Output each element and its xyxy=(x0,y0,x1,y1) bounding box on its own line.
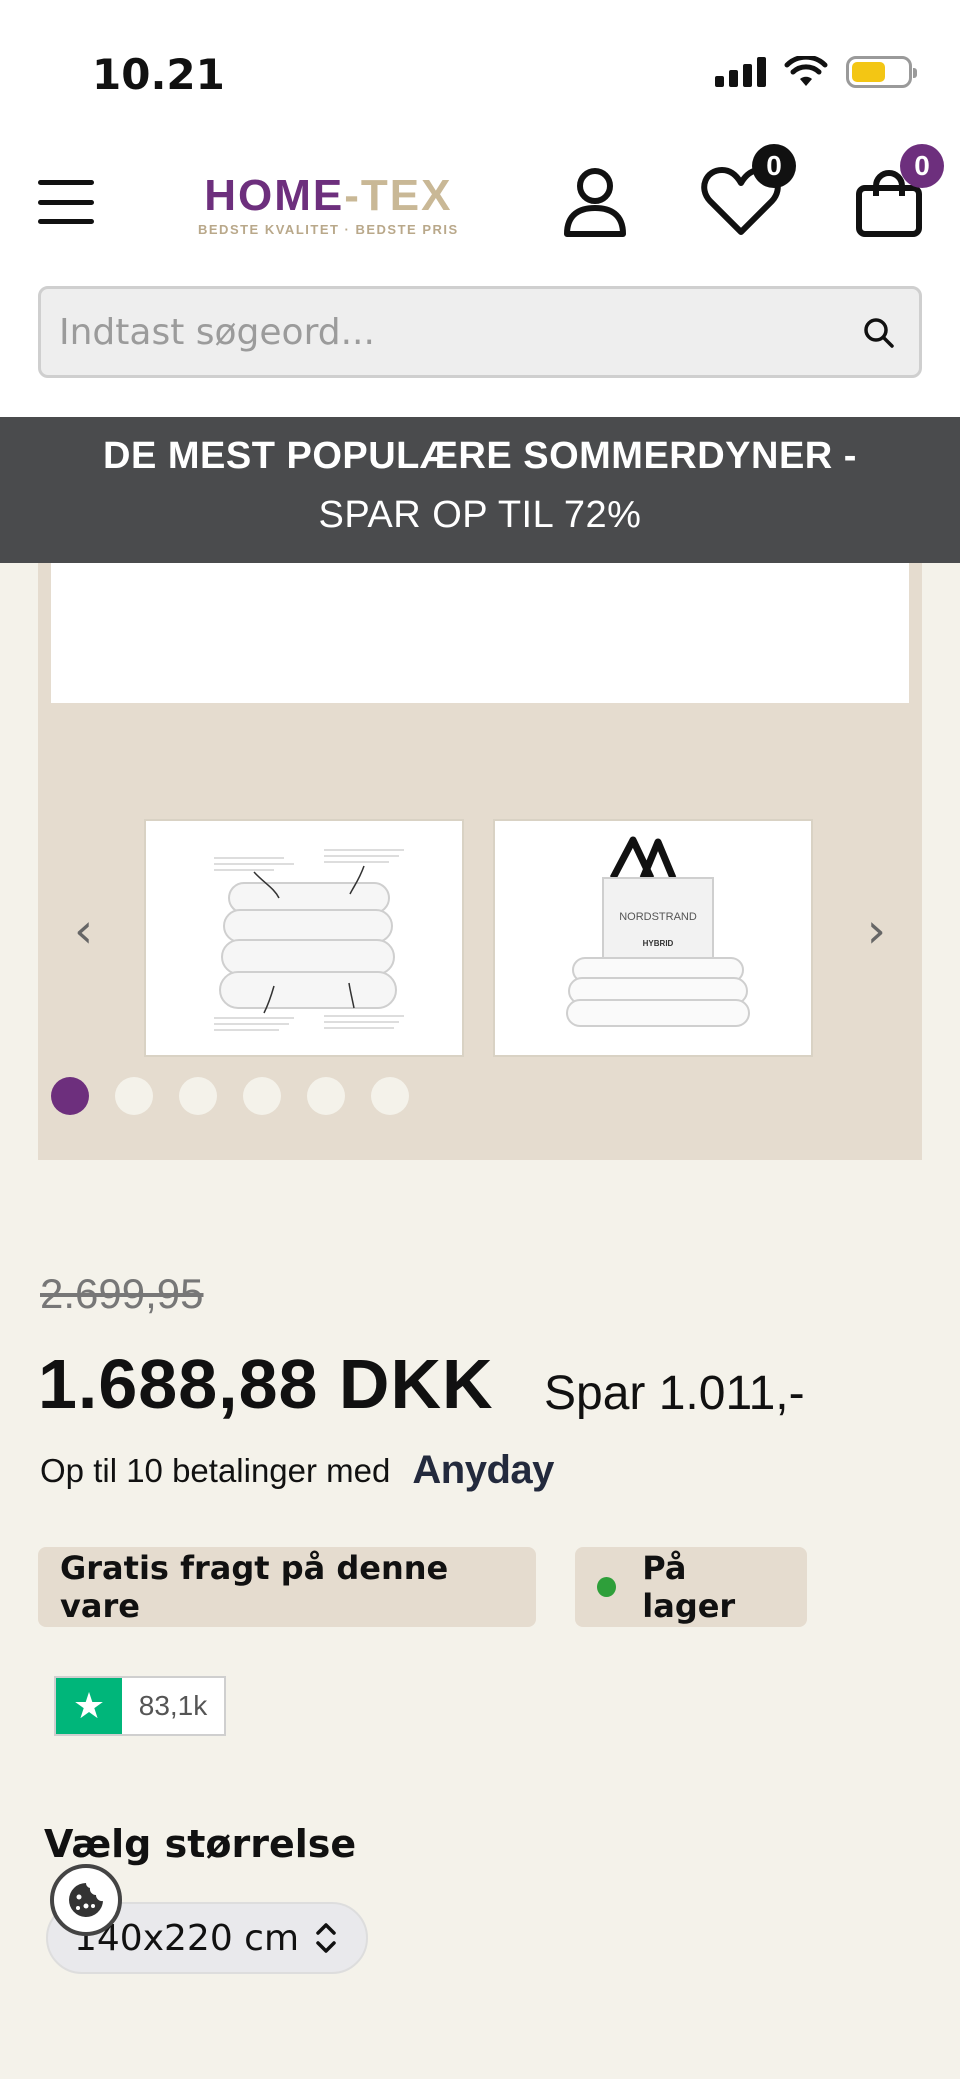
anyday-logo[interactable]: Anyday xyxy=(412,1448,554,1493)
wishlist-count-badge: 0 xyxy=(752,144,796,188)
bag-product-text: HYBRID xyxy=(643,939,674,948)
gallery-dot[interactable] xyxy=(371,1077,409,1115)
gallery-prev-arrow[interactable]: ‹ xyxy=(74,903,93,959)
gallery-next-arrow[interactable]: › xyxy=(867,903,886,959)
site-header: HOME-TEX BEDSTE KVALITET · BEDSTE PRIS 0… xyxy=(0,130,960,417)
trustpilot-review-count: 83,1k xyxy=(138,1690,208,1721)
duvet-bag-image: NORDSTRAND HYBRID xyxy=(566,836,750,1027)
cart-count-badge: 0 xyxy=(900,144,944,188)
current-price: 1.688,88 DKK xyxy=(38,1345,494,1423)
promo-subline: SPAR OP TIL 72% xyxy=(318,494,642,536)
free-shipping-text: Gratis fragt på denne vare xyxy=(60,1549,449,1625)
search-icon[interactable] xyxy=(863,317,895,349)
signal-icon xyxy=(715,57,766,87)
in-stock-badge: På lager xyxy=(575,1547,807,1627)
battery-icon xyxy=(846,56,917,88)
savings-text: Spar 1.011,- xyxy=(544,1367,805,1420)
trustpilot-widget[interactable]: ★ 83,1k xyxy=(54,1676,226,1736)
status-icons xyxy=(715,56,917,88)
gallery-dot[interactable] xyxy=(243,1077,281,1115)
gallery-dot[interactable] xyxy=(115,1077,153,1115)
stock-status-dot-icon xyxy=(597,1577,617,1597)
promo-banner[interactable]: DE MEST POPULÆRE SOMMERDYNER - SPAR OP T… xyxy=(0,417,960,563)
cookie-settings-button[interactable] xyxy=(50,1864,122,1936)
main-product-image[interactable] xyxy=(51,563,909,703)
status-time: 10.21 xyxy=(92,50,225,99)
promo-headline: DE MEST POPULÆRE SOMMERDYNER - xyxy=(103,435,857,477)
bag-brand-text: NORDSTRAND xyxy=(619,911,697,923)
gallery-pagination xyxy=(51,1077,409,1115)
user-icon[interactable] xyxy=(562,166,628,238)
free-shipping-badge: Gratis fragt på denne vare xyxy=(38,1547,536,1627)
installments-info: Op til 10 betalinger med Anyday xyxy=(40,1448,554,1493)
old-price: 2.699,95 xyxy=(40,1270,204,1317)
size-label: Vælg størrelse xyxy=(44,1822,357,1866)
status-bar: 10.21 xyxy=(0,0,960,130)
gallery-thumbnail-duvet-diagram[interactable] xyxy=(144,819,464,1057)
gallery-dot[interactable] xyxy=(51,1077,89,1115)
gallery-dot[interactable] xyxy=(307,1077,345,1115)
gallery-thumbnail-duvet-bag[interactable]: NORDSTRAND HYBRID xyxy=(493,819,813,1057)
installments-text: Op til 10 betalinger med xyxy=(40,1451,391,1489)
search-input[interactable] xyxy=(59,289,839,375)
chevron-updown-icon xyxy=(316,1923,336,1953)
duvet-diagram-image xyxy=(214,849,404,1031)
site-logo[interactable]: HOME-TEX BEDSTE KVALITET · BEDSTE PRIS xyxy=(198,174,459,238)
search-box xyxy=(38,286,922,378)
product-gallery: ‹ NORDSTRAND HYBRID › xyxy=(38,563,922,1160)
gallery-dot[interactable] xyxy=(179,1077,217,1115)
wifi-icon xyxy=(784,56,828,86)
menu-icon[interactable] xyxy=(38,180,94,224)
logo-tagline: BEDSTE KVALITET · BEDSTE PRIS xyxy=(198,222,459,237)
in-stock-text: På lager xyxy=(642,1549,736,1625)
cookie-icon xyxy=(69,1883,103,1917)
trustpilot-star-icon: ★ xyxy=(56,1678,122,1734)
